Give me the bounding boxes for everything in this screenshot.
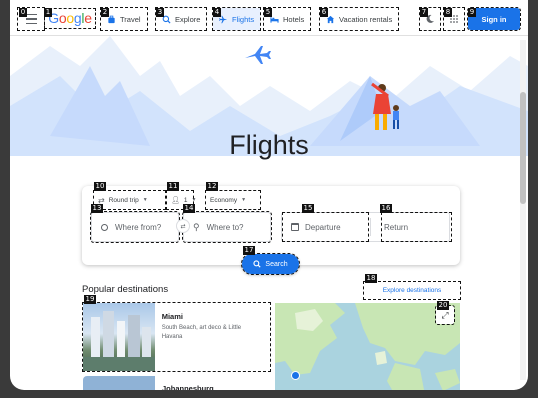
origin-placeholder: Where from? [115, 222, 162, 232]
destination-card-miami[interactable]: Miami South Beach, art deco & Little Hav… [82, 302, 271, 372]
caret-down-icon: ▼ [241, 197, 247, 203]
annotation-tag: 12 [206, 182, 218, 191]
nav-explore-label: Explore [175, 14, 201, 24]
nav-vacation-rentals-label: Vacation rentals [339, 14, 393, 24]
annotation-tag: 11 [167, 182, 179, 191]
annotation-tag: 2 [101, 8, 109, 17]
search-button[interactable]: Search [241, 253, 300, 275]
search-icon [253, 260, 262, 268]
annotation-tag: 10 [94, 182, 106, 191]
annotation-tag: 5 [264, 8, 272, 17]
annotation-tag: 20 [437, 301, 449, 310]
swap-locations-button[interactable]: ⇄ [176, 219, 190, 233]
caret-down-icon: ▼ [142, 197, 148, 203]
annotation-tag: 18 [365, 274, 377, 283]
date-range-field: Departure Return [281, 212, 452, 242]
departure-placeholder: Departure [305, 222, 341, 232]
annotation-tag: 1 [44, 8, 52, 17]
map-location-marker[interactable] [291, 371, 300, 380]
annotation-tag: 6 [320, 8, 328, 17]
page-title: Flights [229, 130, 309, 160]
nav-vacation-rentals[interactable]: Vacation rentals [318, 7, 400, 31]
destination-name: Johannesburg [162, 384, 214, 390]
origin-circle-icon [101, 223, 108, 231]
world-map [275, 303, 460, 390]
person-icon: 👤︎ [171, 197, 180, 204]
destinations-map[interactable] [275, 303, 460, 390]
annotation-tag: 9 [468, 8, 476, 17]
fullscreen-icon: ⤢ [441, 309, 449, 320]
annotation-tag: 17 [243, 246, 255, 255]
caret-down-icon: ▼ [191, 197, 197, 203]
trip-type-select[interactable]: ⇄ Round trip ▼ [93, 190, 166, 210]
annotation-tag: 13 [91, 204, 103, 213]
popular-destinations-heading: Popular destinations [82, 284, 169, 295]
hero-illustration [10, 36, 528, 186]
annotation-tag: 7 [420, 8, 428, 17]
annotation-tag: 0 [19, 8, 27, 17]
destination-placeholder: Where to? [206, 222, 244, 232]
nav-travel-label: Travel [120, 14, 141, 24]
passengers-value: 1 [183, 196, 188, 204]
annotation-tag: 15 [302, 204, 314, 213]
departure-date-input[interactable]: Departure [282, 212, 369, 242]
annotation-tag: 16 [380, 204, 392, 213]
origin-input[interactable]: Where from? [90, 211, 180, 243]
annotation-tag: 14 [183, 204, 195, 213]
cabin-class-value: Economy [210, 196, 238, 204]
destination-name: Miami [161, 312, 183, 321]
return-date-input[interactable]: Return [381, 212, 452, 242]
annotation-tag: 8 [444, 8, 452, 17]
annotation-tag: 19 [84, 295, 96, 304]
cabin-class-select[interactable]: Economy ▼ [205, 190, 261, 210]
miami-photo [83, 303, 155, 371]
nav-flights-label: Flights [232, 14, 255, 24]
annotation-tag: 3 [156, 8, 164, 17]
mountain-illustration [10, 36, 528, 186]
nav-hotels-label: Hotels [283, 14, 305, 24]
menu-icon [25, 13, 37, 16]
return-placeholder: Return [384, 222, 409, 232]
page-scrollbar[interactable] [520, 40, 526, 380]
browser-page: Google Travel Explore Flights Hotels Vac… [10, 0, 528, 390]
destination-input[interactable]: ⚲ Where to? [182, 211, 272, 243]
search-button-label: Search [265, 260, 288, 268]
date-divider [370, 218, 371, 236]
location-pin-icon: ⚲ [193, 221, 200, 232]
calendar-icon [291, 223, 299, 231]
destination-description: South Beach, art deco & Little Havana [161, 325, 242, 340]
destination-card-johannesburg[interactable]: Johannesburg [83, 376, 270, 390]
top-app-bar: Google Travel Explore Flights Hotels Vac… [10, 0, 528, 36]
annotation-tag: 4 [213, 8, 221, 17]
trip-type-value: Round trip [108, 196, 139, 204]
google-logo[interactable]: Google [44, 8, 96, 29]
johannesburg-photo [83, 376, 155, 390]
explore-destinations-link[interactable]: Explore destinations [363, 281, 461, 300]
